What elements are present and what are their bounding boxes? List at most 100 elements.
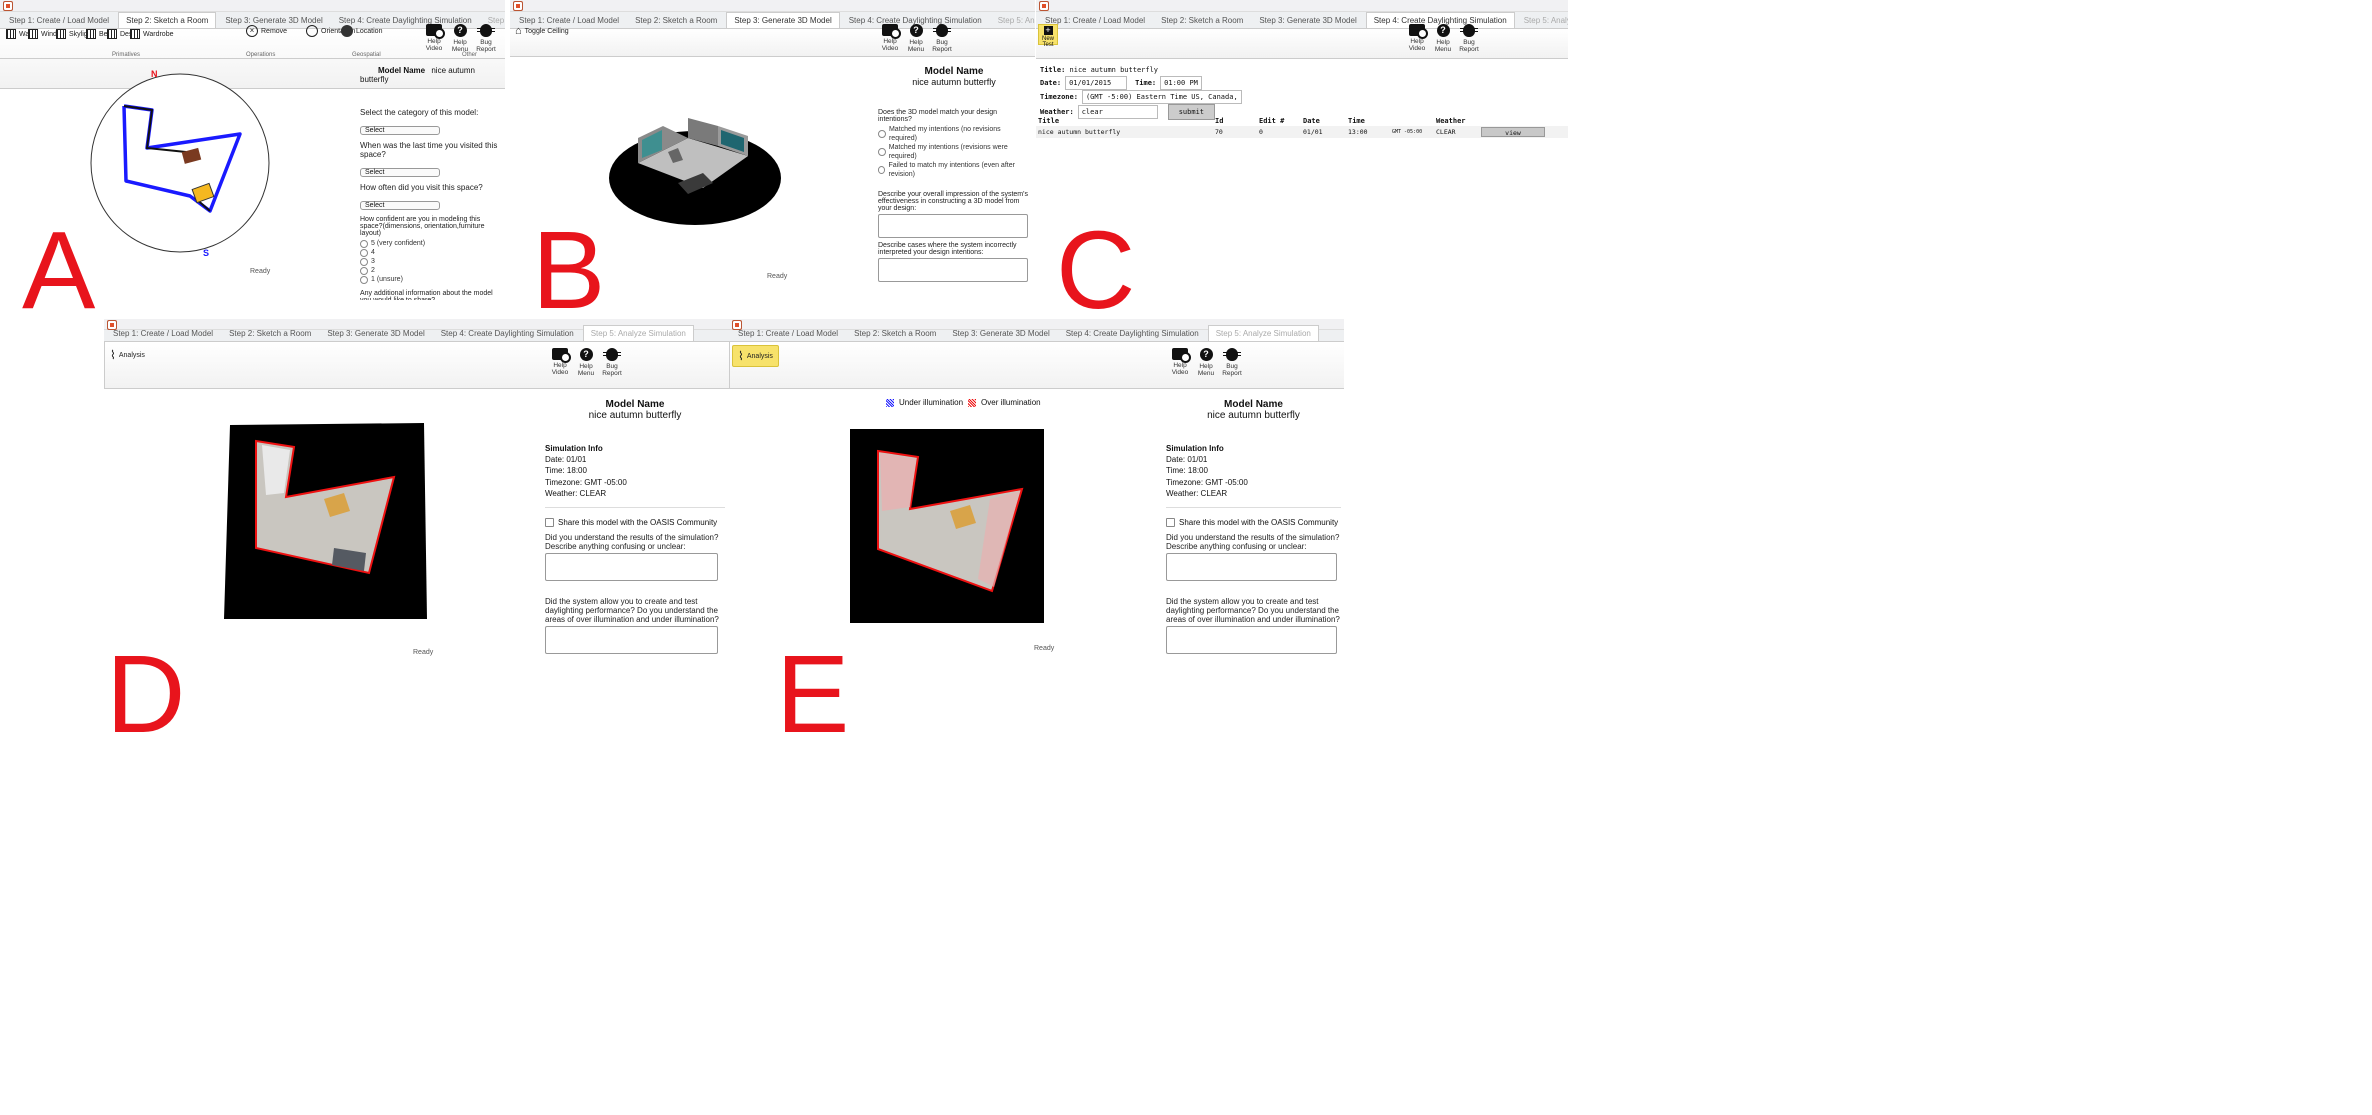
share-label: Share this model with the OASIS Communit… [1179,517,1339,527]
help-menu-button[interactable]: ? Help Menu [450,24,470,53]
simulation-info: Simulation Info Date: 01/01 Time: 18:00 … [1166,443,1341,508]
date-input[interactable]: 01/01/2015 [1065,76,1128,90]
new-test-button[interactable]: + New Test [1038,24,1058,48]
tab-step1[interactable]: Step 1: Create / Load Model [106,326,220,341]
tab-step3[interactable]: Step 3: Generate 3D Model [726,12,840,28]
help-menu-label: Help Menu [1197,363,1215,377]
help-video-button[interactable]: Help Video [1170,348,1191,377]
remove-tool[interactable]: × Remove [246,25,287,37]
help-group: Help Video ? Help Menu Bug Report [1170,348,1242,377]
tab-step1[interactable]: Step 1: Create / Load Model [731,326,845,341]
match-option[interactable]: Failed to match my intentions (even afte… [878,161,1030,179]
tab-step2[interactable]: Step 2: Sketch a Room [1154,13,1250,28]
confidence-option[interactable]: 2 [360,266,502,275]
help-video-label: Help Video [551,362,569,376]
help-video-button[interactable]: Help Video [880,24,901,53]
bug-report-label: Bug Report [602,363,622,377]
tab-step5[interactable]: Step 5: Analyze Simulation [582,325,694,341]
confidence-option[interactable]: 4 [360,248,502,257]
tab-step5[interactable]: Step 5: Analyze Simulation [991,13,1035,28]
confidence-option[interactable]: 3 [360,257,502,266]
tab-step3[interactable]: Step 3: Generate 3D Model [1252,13,1363,28]
help-menu-button[interactable]: ? Help Menu [1433,24,1453,53]
table-row[interactable]: nice autumn butterfly 70 0 01/01 13:00 G… [1036,126,1568,138]
analysis-button[interactable]: ⌇ Analysis [110,348,145,362]
ribbon: + New Test Help Video ? Help Menu Bug Rep… [1036,24,1568,59]
simulation-render[interactable] [224,423,428,620]
toggle-ceiling-button[interactable]: ⌂ Toggle Ceiling [515,25,569,37]
confidence-option[interactable]: 1 (unsure) [360,275,502,284]
daylighting-textarea[interactable] [545,625,718,654]
bug-report-button[interactable]: Bug Report [602,348,622,377]
help-menu-label: Help Menu [577,363,595,377]
bug-report-button[interactable]: Bug Report [1222,348,1242,377]
video-icon [426,24,445,39]
over-illumination-label: Over illumination [981,398,1041,407]
tab-step2[interactable]: Step 2: Sketch a Room [222,326,318,341]
understand-textarea[interactable] [1166,552,1337,581]
model-name-value: nice autumn butterfly [588,410,682,421]
timezone-select[interactable]: (GMT -5:00) Eastern Time US, Canada, Bog… [1081,90,1242,104]
view-button[interactable]: view [1481,127,1545,137]
date-label: Date: [1040,79,1062,87]
help-menu-button[interactable]: ? Help Menu [576,348,596,377]
tab-step5[interactable]: Step 5: Analyze Simulation [1517,13,1568,28]
question-icon: ? [579,348,593,361]
tab-step3[interactable]: Step 3: Generate 3D Model [945,326,1056,341]
status-text: Ready [413,649,434,656]
help-video-button[interactable]: Help Video [550,348,571,377]
question-daylighting: Did the system allow you to create and t… [545,596,719,624]
tab-step3[interactable]: Step 3: Generate 3D Model [320,326,431,341]
status-text: Ready [250,268,271,275]
simulation-render[interactable] [850,429,1044,623]
tab-step2[interactable]: Step 2: Sketch a Room [628,13,724,28]
understand-textarea[interactable] [545,552,718,581]
wardrobe-label: Wardrobe [143,30,174,38]
help-menu-button[interactable]: ? Help Menu [906,24,926,53]
video-icon [1409,24,1428,39]
col-id: Id [1215,117,1224,125]
location-tool[interactable]: Location [341,25,382,37]
help-video-button[interactable]: Help Video [1407,24,1428,53]
wardrobe-tool[interactable]: Wardrobe [130,29,173,39]
simulation-time: Time: 18:00 [545,466,587,476]
share-checkbox[interactable]: Share this model with the OASIS Communit… [1166,518,1341,527]
tab-step4[interactable]: Step 4: Create Daylighting Simulation [1059,326,1206,341]
analysis-form-d: Model Name nice autumn butterfly Simulat… [545,399,725,654]
time-input[interactable]: 01:00 PM [1160,76,1203,90]
tab-step2[interactable]: Step 2: Sketch a Room [847,326,943,341]
impression-textarea[interactable] [878,214,1028,238]
visit-frequency-select[interactable]: Select [360,201,440,210]
misinterpretations-textarea[interactable] [878,258,1028,282]
3d-model-view[interactable] [608,108,783,228]
daylighting-textarea[interactable] [1166,625,1337,654]
question-visit-frequency: How often did you visit this space? [360,183,483,192]
help-video-label: Help Video [425,38,443,52]
analysis-button[interactable]: ⌇ Analysis [732,345,779,367]
bug-report-button[interactable]: Bug Report [932,24,952,53]
share-checkbox[interactable]: Share this model with the OASIS Communit… [545,518,725,527]
help-menu-button[interactable]: ? Help Menu [1196,348,1216,377]
bug-report-label: Bug Report [476,39,496,53]
row-weather: CLEAR [1436,128,1456,136]
last-visit-select[interactable]: Select [360,168,440,177]
help-video-label: Help Video [881,38,899,52]
tab-step4[interactable]: Step 4: Create Daylighting Simulation [434,326,581,341]
bug-report-button[interactable]: Bug Report [476,24,496,53]
tab-step5[interactable]: Step 5: Analyze Simulation [1207,325,1319,341]
match-option[interactable]: Matched my intentions (revisions were re… [878,143,1030,161]
title-bar [0,0,505,12]
question-confidence: How confident are you in modeling this s… [360,216,485,237]
sketch-canvas[interactable] [88,66,272,260]
help-video-button[interactable]: Help Video [424,24,445,53]
simulation-info-title: Simulation Info [545,444,603,453]
confidence-option[interactable]: 5 (very confident) [360,239,502,248]
bug-report-button[interactable]: Bug Report [1459,24,1479,53]
tab-step2[interactable]: Step 2: Sketch a Room [118,12,217,28]
tab-step1[interactable]: Step 1: Create / Load Model [2,13,116,28]
chart-search-icon: ⌇ [738,349,744,363]
category-select[interactable]: Select [360,126,440,135]
match-option[interactable]: Matched my intentions (no revisions requ… [878,125,1030,143]
video-icon [552,348,571,363]
question-icon: ? [1436,24,1450,37]
